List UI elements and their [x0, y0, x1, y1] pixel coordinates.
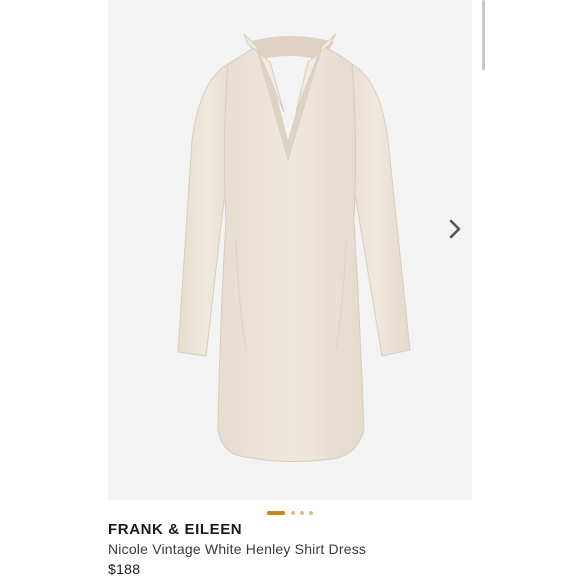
product-name[interactable]: Nicole Vintage White Henley Shirt Dress — [108, 541, 366, 557]
carousel-dot[interactable] — [300, 511, 304, 515]
carousel-dot[interactable] — [309, 511, 313, 515]
dress-image — [177, 33, 411, 463]
carousel-dot-active[interactable] — [267, 511, 285, 515]
product-brand[interactable]: FRANK & EILEEN — [108, 521, 242, 538]
scrollbar-thumb[interactable] — [482, 0, 485, 70]
carousel-dot[interactable] — [291, 511, 295, 515]
product-image-area[interactable] — [108, 0, 472, 500]
carousel-indicator — [267, 510, 327, 516]
next-image-button[interactable] — [446, 217, 466, 241]
chevron-right-icon — [449, 219, 461, 239]
product-price: $188 — [108, 561, 141, 577]
